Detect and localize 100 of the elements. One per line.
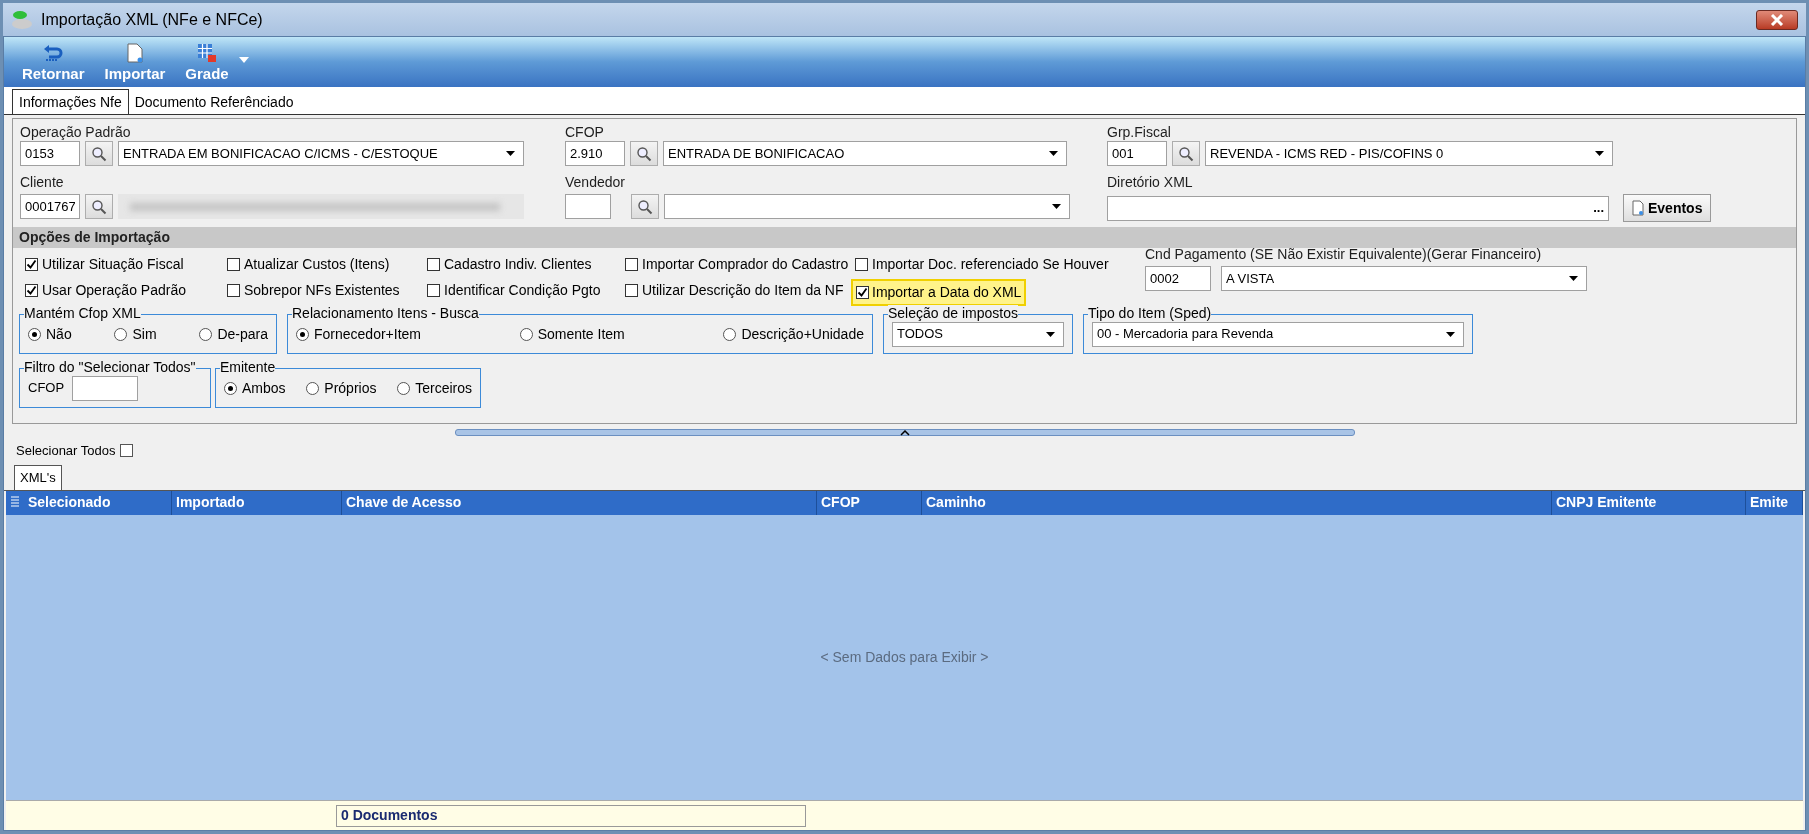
browse-button[interactable]: ...: [1593, 198, 1604, 218]
cfop-filter-field[interactable]: [72, 375, 139, 401]
app-icon: [11, 9, 33, 30]
radio-button[interactable]: [306, 381, 320, 395]
dropdown[interactable]: ENTRADA EM BONIFICACAO C/ICMS - C/ESTOQUE: [118, 141, 524, 166]
checkbox[interactable]: [427, 257, 440, 271]
radio-button[interactable]: [296, 327, 309, 341]
window-title: Importação XML (NFe e NFCe): [41, 9, 263, 30]
toolbar-button[interactable]: Retornar: [22, 45, 85, 83]
checkbox[interactable]: [25, 283, 38, 297]
search-button[interactable]: [630, 141, 658, 166]
search-icon: [637, 198, 653, 215]
checkbox-label: Usar Operação Padrão: [42, 280, 186, 300]
events-button[interactable]: Eventos: [1623, 194, 1712, 222]
column-header[interactable]: CNPJ Emitente: [1552, 490, 1746, 515]
radio-button[interactable]: [397, 381, 411, 395]
radio-button[interactable]: [519, 327, 533, 341]
radio-button[interactable]: [224, 381, 237, 395]
group-title: Mantém Cfop XML: [24, 305, 141, 321]
checkbox-label: Identificar Condição Pgto: [444, 280, 601, 300]
dropdown-arrow-icon: [1446, 331, 1455, 337]
group-title: Relacionamento Itens - Busca: [292, 305, 479, 321]
search-button[interactable]: [1172, 141, 1200, 166]
dropdown[interactable]: REVENDA - ICMS RED - PIS/COFINS 0: [1205, 141, 1613, 166]
search-icon: [636, 145, 652, 162]
dropdown[interactable]: TODOS: [892, 321, 1064, 347]
section-header: Opções de Importação: [13, 227, 1796, 248]
column-chooser-icon[interactable]: [11, 495, 19, 508]
column-header[interactable]: CFOP: [817, 490, 922, 515]
radio-button[interactable]: [723, 327, 737, 341]
checkbox[interactable]: [119, 444, 133, 458]
radio-button[interactable]: [199, 327, 213, 341]
tab[interactable]: XML's: [14, 464, 62, 490]
dropdown-arrow-icon: [1049, 151, 1058, 156]
column-header[interactable]: Importado: [172, 490, 342, 515]
checkbox[interactable]: [427, 283, 440, 297]
column-header[interactable]: Chave de Acesso: [342, 490, 817, 515]
checkbox[interactable]: [855, 257, 868, 271]
code-field[interactable]: 0153: [20, 141, 80, 166]
select-all-label: Selecionar Todos: [16, 442, 116, 460]
field-label: Cnd Pagamento (SE Não Existir Equivalente)(Gerar Financeiro): [1145, 245, 1543, 263]
dropdown-arrow-icon[interactable]: [238, 57, 249, 63]
checkbox-label: Utilizar Descrição do Item da NF: [642, 280, 844, 300]
search-button[interactable]: [85, 141, 113, 166]
group-title: Seleção de impostos: [888, 305, 1018, 321]
group-title: Tipo do Item (Sped): [1088, 305, 1212, 321]
radio-label: Fornecedor+Item: [314, 324, 421, 344]
radio-button[interactable]: [114, 327, 128, 341]
dropdown[interactable]: ENTRADA DE BONIFICACAO: [663, 141, 1067, 166]
checkbox-label: Importar Comprador do Cadastro: [642, 254, 849, 274]
code-field[interactable]: 001: [1107, 141, 1167, 166]
radio-label: Sim: [132, 324, 157, 344]
field-label: Grp.Fiscal: [1107, 123, 1172, 141]
dropdown-arrow-icon: [1595, 151, 1604, 156]
field-label: Diretório XML: [1107, 174, 1193, 190]
close-icon: [1770, 13, 1784, 26]
field-label: Vendedor: [565, 174, 625, 190]
field-label: CFOP: [28, 379, 65, 398]
dropdown[interactable]: A VISTA: [1221, 266, 1587, 291]
toolbar-button[interactable]: Grade: [185, 43, 229, 83]
dropdown[interactable]: [664, 194, 1070, 219]
field-label: Cliente: [20, 174, 64, 190]
toolbar-button[interactable]: Importar: [104, 43, 166, 83]
search-icon: [91, 145, 107, 162]
field-label: Operação Padrão: [20, 123, 132, 141]
code-field[interactable]: [565, 194, 611, 219]
column-header[interactable]: Emite: [1746, 490, 1803, 515]
search-button[interactable]: [631, 194, 659, 219]
document-icon: [126, 43, 143, 63]
search-icon: [1178, 145, 1194, 162]
checkbox[interactable]: [625, 257, 638, 271]
group-title: Emitente: [220, 359, 276, 375]
checkbox[interactable]: [625, 283, 638, 297]
code-field[interactable]: 0002: [1145, 266, 1211, 291]
checkbox-label: Cadastro Indiv. Clientes: [444, 254, 592, 274]
column-header[interactable]: Selecionado: [24, 490, 172, 515]
checkbox[interactable]: [227, 283, 240, 297]
checkbox[interactable]: [25, 257, 38, 271]
radio-label: Somente Item: [537, 324, 625, 344]
code-field[interactable]: 0001767: [20, 194, 80, 219]
checkbox[interactable]: [227, 257, 240, 271]
dropdown[interactable]: 00 - Mercadoria para Revenda: [1092, 321, 1464, 347]
document-count: 0 Documentos: [336, 804, 806, 827]
checkbox-label: Importar a Data do XML: [872, 283, 1022, 302]
close-button[interactable]: [1756, 9, 1798, 30]
radio-button[interactable]: [28, 327, 41, 341]
code-field[interactable]: 2.910: [565, 141, 625, 166]
tab[interactable]: Informações Nfe: [12, 89, 129, 114]
radio-label: Próprios: [324, 378, 377, 398]
field-label: CFOP: [565, 123, 605, 141]
checkbox[interactable]: [856, 286, 869, 299]
dropdown-arrow-icon: [1052, 204, 1061, 209]
search-button[interactable]: [85, 194, 113, 219]
radio-label: Terceiros: [415, 378, 472, 398]
document-icon: [1632, 200, 1644, 216]
column-header[interactable]: Caminho: [922, 490, 1552, 515]
directory-field[interactable]: ...: [1107, 195, 1609, 221]
radio-label: Descrição+Unidade: [741, 324, 864, 344]
radio-label: Ambos: [242, 378, 286, 398]
group-title: Filtro do "Selecionar Todos": [24, 359, 196, 375]
